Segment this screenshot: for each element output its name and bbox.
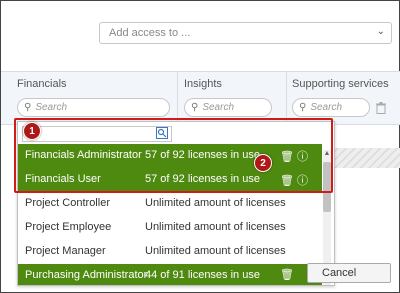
role-name: Project Employee: [25, 221, 112, 233]
list-item-project-manager[interactable]: Project Manager Unlimited amount of lice…: [18, 240, 322, 264]
row-hatch-pattern: [331, 148, 400, 168]
search-input-financials[interactable]: ⚲ Search: [17, 98, 170, 117]
license-count: Unlimited amount of licenses: [145, 221, 286, 233]
trash-icon[interactable]: 🗑: [280, 269, 294, 281]
add-access-placeholder: Add access to ...: [109, 27, 191, 39]
column-header-insights: Insights: [184, 78, 222, 90]
license-count: 44 of 91 licenses in use: [145, 269, 260, 281]
role-name: Project Manager: [25, 245, 106, 257]
callout-highlight-box: [14, 118, 333, 193]
list-item-purchasing-administrator[interactable]: Purchasing Administrator 44 of 91 licens…: [18, 264, 322, 285]
app-window: Add access to ... ⌄ Financials Insights …: [0, 0, 400, 293]
license-count: Unlimited amount of licenses: [145, 245, 286, 257]
role-name: Project Controller: [25, 197, 110, 209]
chevron-down-icon: ⌄: [376, 26, 385, 37]
role-name: Purchasing Administrator: [25, 269, 148, 281]
trash-icon[interactable]: [376, 102, 386, 114]
search-icon: ⚲: [191, 102, 199, 113]
search-placeholder: Search: [202, 102, 235, 113]
list-item-project-employee[interactable]: Project Employee Unlimited amount of lic…: [18, 216, 322, 240]
search-input-supporting-services[interactable]: ⚲ Search: [292, 98, 370, 117]
search-placeholder: Search: [35, 102, 68, 113]
list-item-project-controller[interactable]: Project Controller Unlimited amount of l…: [18, 192, 322, 216]
search-icon: ⚲: [299, 102, 307, 113]
cancel-button-label: Cancel: [322, 267, 357, 279]
callout-badge-1: 1: [23, 122, 41, 140]
add-access-dropdown[interactable]: Add access to ... ⌄: [99, 22, 392, 44]
license-count: Unlimited amount of licenses: [145, 197, 286, 209]
cancel-button[interactable]: Cancel: [307, 263, 391, 283]
callout-badge-2: 2: [254, 154, 272, 172]
column-header-financials: Financials: [17, 78, 67, 90]
search-placeholder: Search: [310, 102, 343, 113]
search-input-insights[interactable]: ⚲ Search: [184, 98, 272, 117]
column-header-supporting-services: Supporting services: [292, 78, 389, 90]
search-icon: ⚲: [24, 102, 32, 113]
